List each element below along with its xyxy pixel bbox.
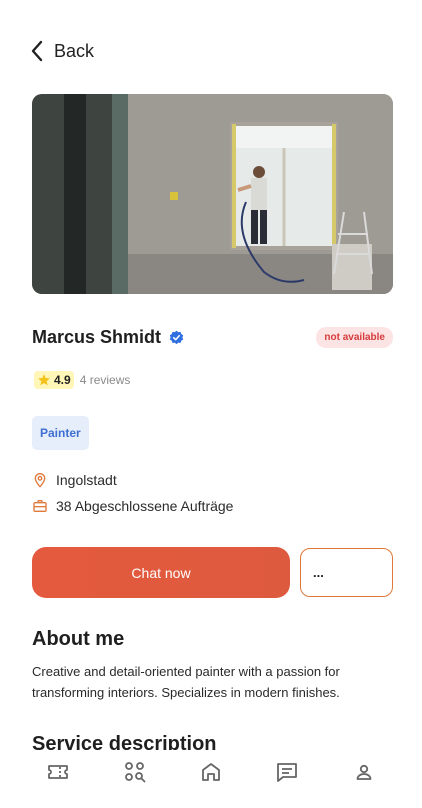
back-button[interactable]: Back: [30, 38, 94, 64]
nav-home[interactable]: [191, 758, 231, 786]
profession-tag: Painter: [32, 416, 89, 450]
chat-icon: [277, 763, 298, 782]
jobs-row: 38 Abgeschlossene Aufträge: [32, 498, 233, 514]
profile-name: Marcus Shmidt: [32, 326, 162, 347]
about-heading: About me: [32, 628, 125, 650]
profile-icon: [356, 764, 372, 780]
location-text: Ingolstadt: [56, 472, 117, 488]
search-grid-icon: [124, 762, 145, 783]
back-label: Back: [54, 40, 95, 61]
profile-photo: [32, 94, 393, 294]
chat-now-button[interactable]: Chat now: [32, 547, 290, 598]
verified-badge-icon: [169, 330, 184, 344]
more-options-button[interactable]: ...: [300, 548, 393, 597]
nav-profile[interactable]: [344, 758, 384, 786]
location-pin-icon: [34, 473, 46, 488]
star-icon: [38, 374, 50, 386]
briefcase-icon: [33, 500, 47, 512]
nav-tickets[interactable]: [38, 758, 78, 786]
profile-header: Marcus Shmidt not available: [32, 324, 393, 350]
availability-badge: not available: [316, 326, 393, 348]
rating-value: 4.9: [54, 373, 71, 387]
ticket-icon: [48, 765, 69, 779]
rating-pill: 4.9: [34, 371, 74, 389]
nav-chat[interactable]: [267, 758, 307, 786]
location-row: Ingolstadt: [32, 472, 117, 488]
jobs-text: 38 Abgeschlossene Aufträge: [56, 498, 234, 514]
reviews-count[interactable]: 4 reviews: [80, 373, 131, 387]
home-icon: [202, 763, 220, 781]
rating: 4.9 4 reviews: [34, 371, 130, 389]
chevron-left-icon: [31, 40, 43, 62]
nav-search[interactable]: [115, 758, 155, 786]
bottom-navigation: [0, 750, 422, 808]
about-text: Creative and detail-oriented painter wit…: [32, 664, 340, 700]
